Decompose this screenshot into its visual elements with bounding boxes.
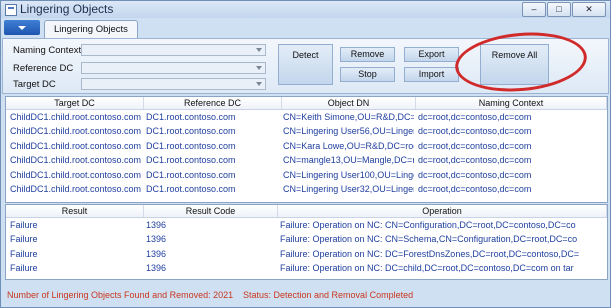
reference-dc-label: Reference DC [13, 63, 74, 74]
results-table: Result Result Code Operation Failure 139… [5, 204, 608, 280]
naming-context-cell: dc=root,dc=contoso,dc=com [418, 183, 532, 194]
naming-context-label: Naming Context [13, 45, 82, 56]
target-dc-cell: ChildDC1.child.root.contoso.com [10, 169, 142, 180]
naming-context-cell: dc=root,dc=contoso,dc=com [418, 126, 532, 137]
minimize-button[interactable]: – [522, 2, 546, 17]
target-dc-cell: ChildDC1.child.root.contoso.com [10, 112, 142, 122]
table-row[interactable]: Failure 1396 Failure: Operation on NC: C… [6, 232, 607, 246]
naming-context-cell: dc=root,dc=contoso,dc=com [418, 169, 532, 180]
object-dn-cell: CN=mangle13,OU=Mangle,DC=root, [283, 155, 414, 166]
target-dc-cell: ChildDC1.child.root.contoso.com [10, 140, 142, 151]
reference-dc-combo[interactable] [81, 62, 266, 74]
table-row[interactable]: ChildDC1.child.root.contoso.com DC1.root… [6, 168, 607, 182]
naming-context-cell: dc=root,dc=contoso,dc=com [418, 112, 532, 122]
remove-button[interactable]: Remove [340, 47, 395, 62]
window-title: Lingering Objects [20, 2, 114, 16]
close-button[interactable]: ✕ [572, 2, 606, 17]
naming-context-cell: dc=root,dc=contoso,dc=com [418, 140, 532, 151]
app-icon [5, 4, 17, 16]
detect-button[interactable]: Detect [278, 44, 333, 85]
operation-status: Status: Detection and Removal Completed [243, 290, 414, 300]
operation-cell: Failure: Operation on NC: CN=Configurati… [280, 220, 576, 230]
table-row[interactable]: ChildDC1.child.root.contoso.com DC1.root… [6, 110, 607, 124]
objects-table-header: Target DC Reference DC Object DN Naming … [6, 97, 607, 110]
result-code-cell: 1396 [146, 248, 167, 259]
column-header[interactable]: Reference DC [144, 97, 282, 109]
result-code-cell: 1396 [146, 234, 167, 245]
table-row[interactable]: Failure 1396 Failure: Operation on NC: C… [6, 218, 607, 232]
table-row[interactable]: ChildDC1.child.root.contoso.com DC1.root… [6, 153, 607, 167]
result-code-cell: 1396 [146, 220, 167, 230]
objects-table: Target DC Reference DC Object DN Naming … [5, 96, 608, 203]
object-dn-cell: CN=Lingering User100,OU=Lingerin [283, 169, 414, 180]
export-button[interactable]: Export [404, 47, 459, 62]
stop-button[interactable]: Stop [340, 67, 395, 82]
operation-cell: Failure: Operation on NC: DC=child,DC=ro… [280, 263, 574, 274]
result-cell: Failure [10, 263, 38, 274]
column-header[interactable]: Operation [278, 205, 607, 217]
reference-dc-cell: DC1.root.contoso.com [146, 140, 236, 151]
column-header[interactable]: Result Code [144, 205, 278, 217]
import-button[interactable]: Import [404, 67, 459, 82]
column-header[interactable]: Object DN [282, 97, 416, 109]
naming-context-cell: dc=root,dc=contoso,dc=com [418, 155, 532, 166]
results-table-header: Result Result Code Operation [6, 205, 607, 218]
column-header[interactable]: Result [6, 205, 144, 217]
target-dc-combo[interactable] [81, 78, 266, 90]
object-dn-cell: CN=Lingering User32,OU=Lingerin [283, 183, 414, 194]
naming-context-combo[interactable] [81, 44, 266, 56]
column-header[interactable]: Target DC [6, 97, 144, 109]
title-bar: Lingering Objects – □ ✕ [1, 1, 610, 18]
result-cell: Failure [10, 248, 38, 259]
table-row[interactable]: Failure 1396 Failure: Operation on NC: D… [6, 247, 607, 261]
target-dc-cell: ChildDC1.child.root.contoso.com [10, 126, 142, 137]
object-dn-cell: CN=Kara Lowe,OU=R&D,DC=root,D [283, 140, 414, 151]
target-dc-cell: ChildDC1.child.root.contoso.com [10, 183, 142, 194]
reference-dc-cell: DC1.root.contoso.com [146, 183, 236, 194]
result-code-cell: 1396 [146, 263, 167, 274]
reference-dc-cell: DC1.root.contoso.com [146, 112, 236, 122]
table-row[interactable]: ChildDC1.child.root.contoso.com DC1.root… [6, 182, 607, 196]
table-row[interactable]: ChildDC1.child.root.contoso.com DC1.root… [6, 124, 607, 138]
operation-cell: Failure: Operation on NC: DC=ForestDnsZo… [280, 248, 580, 259]
reference-dc-cell: DC1.root.contoso.com [146, 169, 236, 180]
app-menu-button[interactable] [4, 20, 40, 35]
maximize-button[interactable]: □ [547, 2, 571, 17]
app-window: Lingering Objects – □ ✕ Lingering Object… [0, 0, 611, 308]
window-controls: – □ ✕ [522, 2, 606, 17]
result-cell: Failure [10, 220, 38, 230]
table-row[interactable]: ChildDC1.child.root.contoso.com DC1.root… [6, 139, 607, 153]
reference-dc-cell: DC1.root.contoso.com [146, 155, 236, 166]
target-dc-label: Target DC [13, 79, 56, 90]
object-dn-cell: CN=Keith Simone,OU=R&D,DC=roo [283, 112, 414, 122]
tab-lingering-objects[interactable]: Lingering Objects [44, 20, 138, 38]
result-cell: Failure [10, 234, 38, 245]
objects-count-status: Number of Lingering Objects Found and Re… [7, 290, 234, 300]
object-dn-cell: CN=Lingering User56,OU=Lingerin [283, 126, 414, 137]
operation-cell: Failure: Operation on NC: CN=Schema,CN=C… [280, 234, 578, 245]
target-dc-cell: ChildDC1.child.root.contoso.com [10, 155, 142, 166]
table-row[interactable]: Failure 1396 Failure: Operation on NC: D… [6, 261, 607, 275]
reference-dc-cell: DC1.root.contoso.com [146, 126, 236, 137]
column-header[interactable]: Naming Context [416, 97, 607, 109]
